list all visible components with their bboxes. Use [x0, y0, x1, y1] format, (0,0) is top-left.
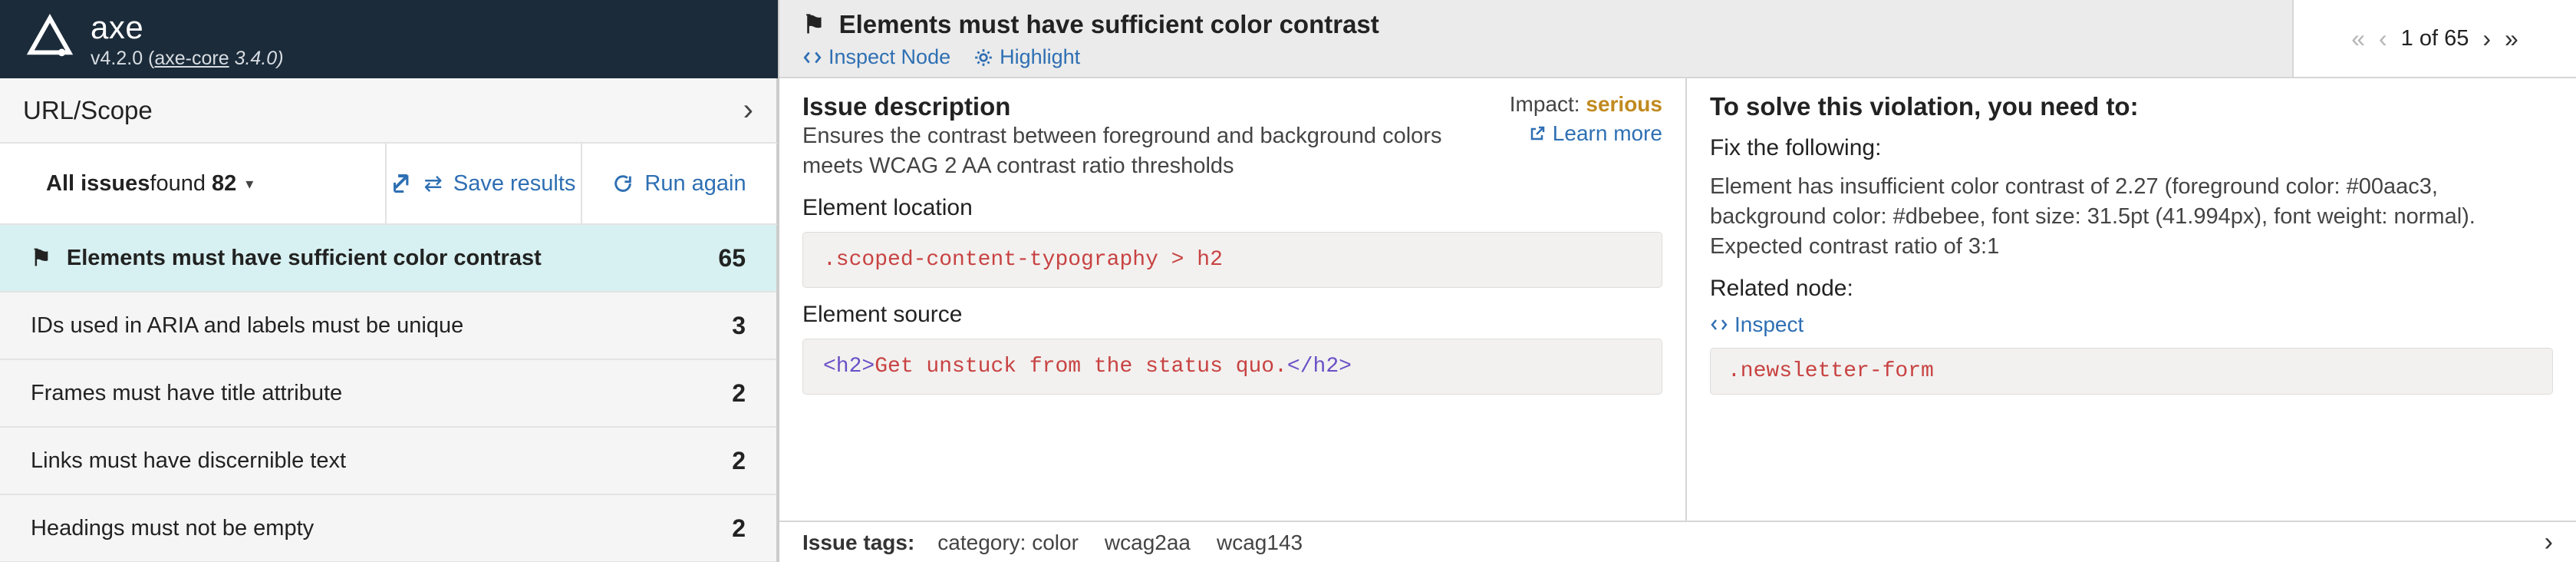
impact-label: Impact: serious	[1510, 92, 1662, 117]
inspect-link[interactable]: Inspect	[1710, 312, 2553, 337]
first-page-button[interactable]: «	[2351, 25, 2365, 53]
issue-title: Frames must have title attribute	[31, 381, 732, 406]
pagination-text: 1 of 65	[2401, 26, 2469, 51]
element-source-code: <h2>Get unstuck from the status quo.</h2…	[802, 339, 1662, 395]
issue-row[interactable]: Frames must have title attribute2	[0, 360, 776, 428]
issue-count: 2	[732, 514, 746, 543]
issue-row[interactable]: IDs used in ARIA and labels must be uniq…	[0, 293, 776, 360]
flag-icon: ⚑	[31, 245, 51, 272]
brand-version: v4.2.0 (axe-core 3.4.0)	[91, 48, 284, 70]
issue-tag[interactable]: category: color	[937, 531, 1079, 555]
issue-row[interactable]: Links must have discernible text2	[0, 428, 776, 495]
pagination: « ‹ 1 of 65 › »	[2292, 0, 2576, 77]
issue-description-heading: Issue description	[802, 92, 1479, 121]
element-source-heading: Element source	[802, 302, 1662, 328]
chevron-right-icon: ›	[743, 93, 753, 127]
learn-more-link[interactable]: Learn more	[1528, 121, 1662, 146]
solve-heading: To solve this violation, you need to:	[1710, 92, 2553, 121]
brand-header: axe v4.2.0 (axe-core 3.4.0)	[0, 0, 778, 78]
prev-page-button[interactable]: ‹	[2379, 25, 2387, 53]
related-node-label: Related node:	[1710, 276, 2553, 302]
flag-icon: ⚑	[802, 9, 825, 39]
next-page-button[interactable]: ›	[2482, 25, 2491, 53]
brand-title: axe	[91, 9, 284, 46]
issues-toolbar: All issues found 82▾ ⇄ ⇄ Save results Ru…	[0, 144, 778, 225]
fix-text: Element has insufficient color contrast …	[1710, 172, 2553, 262]
element-location-heading: Element location	[802, 195, 1662, 221]
issue-count: 3	[732, 312, 746, 340]
axe-logo-icon	[26, 14, 74, 65]
issue-description-text: Ensures the contrast between foreground …	[802, 121, 1479, 181]
issue-title: Elements must have sufficient color cont…	[67, 246, 719, 271]
related-node-code: .newsletter-form	[1710, 348, 2553, 395]
chevron-right-icon[interactable]: ›	[2545, 527, 2553, 557]
last-page-button[interactable]: »	[2505, 25, 2518, 53]
issue-title: IDs used in ARIA and labels must be uniq…	[31, 313, 732, 339]
issue-title: Headings must not be empty	[31, 516, 732, 541]
axe-core-link[interactable]: axe-core	[154, 48, 229, 69]
issue-title: Links must have discernible text	[31, 448, 732, 474]
issue-tags-bar: Issue tags: category: color wcag2aa wcag14…	[779, 521, 2576, 562]
issue-tag[interactable]: wcag2aa	[1105, 531, 1191, 555]
issue-count: 65	[718, 244, 746, 273]
element-location-code: .scoped-content-typography > h2	[802, 232, 1662, 288]
inspect-node-button[interactable]: Inspect Node	[802, 45, 950, 69]
issue-count: 2	[732, 379, 746, 408]
issue-tags-label: Issue tags:	[802, 531, 914, 555]
all-issues-dropdown[interactable]: All issues found 82▾	[0, 144, 385, 223]
detail-header: ⚑ Elements must have sufficient color co…	[779, 0, 2576, 78]
url-scope-toggle[interactable]: URL/Scope ›	[0, 78, 778, 144]
issue-row[interactable]: ⚑ Elements must have sufficient color con…	[0, 225, 776, 293]
issue-count: 2	[732, 447, 746, 475]
issue-row[interactable]: Headings must not be empty2	[0, 495, 776, 562]
run-again-button[interactable]: Run again	[581, 144, 776, 223]
issue-tag[interactable]: wcag143	[1217, 531, 1303, 555]
caret-down-icon: ▾	[245, 174, 253, 193]
detail-title: Elements must have sufficient color cont…	[839, 10, 1379, 39]
highlight-button[interactable]: Highlight	[973, 45, 1080, 69]
save-results-button[interactable]: ⇄ ⇄ Save results	[385, 144, 581, 223]
fix-following-label: Fix the following:	[1710, 135, 2553, 161]
issue-list: ⚑ Elements must have sufficient color con…	[0, 225, 778, 562]
